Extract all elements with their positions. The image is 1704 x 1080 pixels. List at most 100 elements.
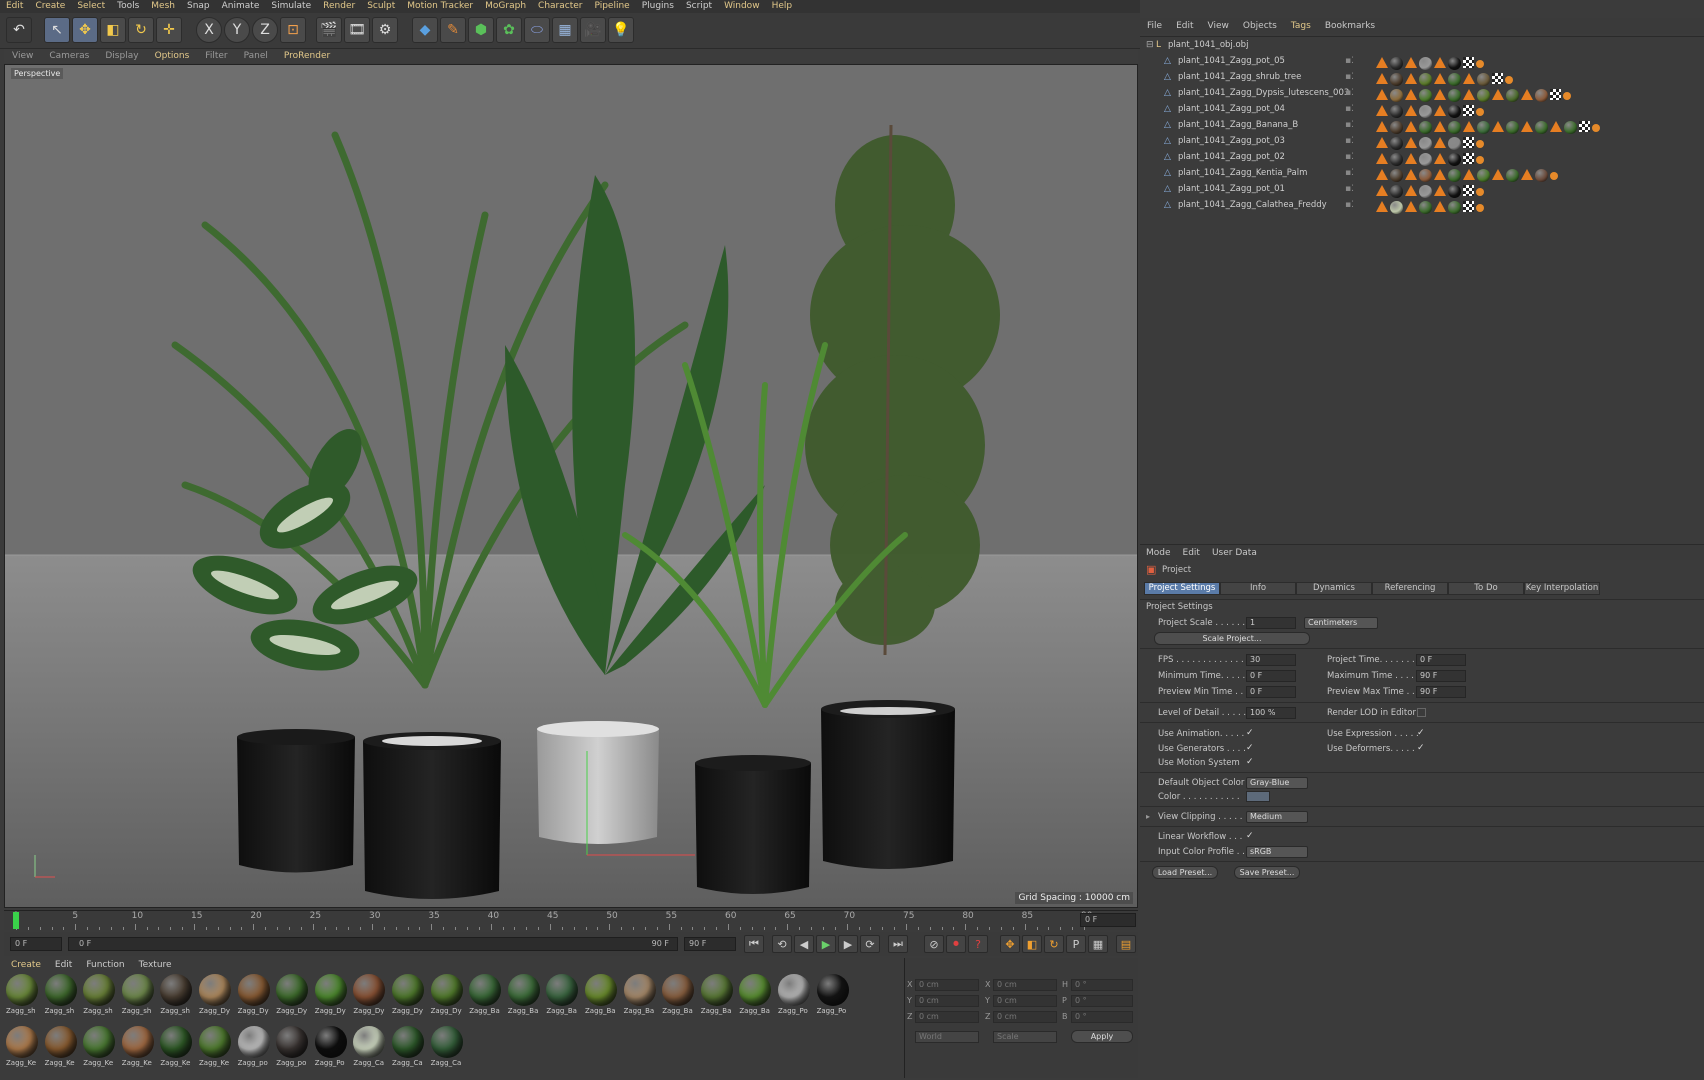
material-tag-icon[interactable] — [1434, 153, 1446, 164]
tab-key-interpolation[interactable]: Key Interpolation — [1524, 582, 1600, 595]
material-ball-icon[interactable] — [1506, 89, 1519, 102]
expand-arrow-icon[interactable]: ▸ — [1146, 812, 1150, 821]
menu-item-script[interactable]: Script — [680, 0, 718, 13]
material-swatch[interactable]: Zagg_Po — [815, 973, 851, 1021]
object-menu-edit[interactable]: Edit — [1169, 18, 1200, 34]
material-tag-icon[interactable] — [1434, 105, 1446, 116]
material-swatch[interactable]: Zagg_Ke — [4, 1025, 40, 1073]
attribute-menu-user-data[interactable]: User Data — [1206, 545, 1263, 560]
current-frame-field[interactable]: 0 F — [1080, 913, 1136, 927]
material-tag-icon[interactable] — [1434, 73, 1446, 84]
z-axis-icon[interactable]: Z — [252, 17, 278, 43]
material-tag-icon[interactable] — [1376, 201, 1388, 212]
material-tag-icon[interactable] — [1521, 169, 1533, 180]
material-swatch[interactable]: Zagg_sh — [81, 973, 117, 1021]
material-tag-icon[interactable] — [1405, 137, 1417, 148]
material-ball-icon[interactable] — [1390, 185, 1403, 198]
viewport-menu-filter[interactable]: Filter — [197, 49, 235, 63]
cube-icon[interactable]: ◆ — [412, 17, 438, 43]
material-ball-icon[interactable] — [1477, 121, 1490, 134]
menu-item-edit[interactable]: Edit — [0, 0, 29, 13]
use-deformers-checkbox[interactable]: ✓ — [1417, 744, 1426, 753]
material-ball-icon[interactable] — [1448, 57, 1461, 70]
visibility-toggle-icon[interactable]: ▪⁚ — [1345, 152, 1354, 162]
menu-item-select[interactable]: Select — [71, 0, 111, 13]
object-row[interactable]: △ plant_1041_Zagg_pot_03 ▪⁚ — [1140, 135, 1704, 151]
material-menu-create[interactable]: Create — [4, 958, 48, 972]
material-ball-icon[interactable] — [1419, 169, 1432, 182]
uvw-tag-icon[interactable] — [1463, 57, 1474, 68]
material-tag-icon[interactable] — [1521, 121, 1533, 132]
material-tag-icon[interactable] — [1376, 121, 1388, 132]
subdivision-icon[interactable]: ⬢ — [468, 17, 494, 43]
next-key-icon[interactable]: ⟳ — [860, 935, 880, 953]
material-tag-icon[interactable] — [1405, 89, 1417, 100]
material-ball-icon[interactable] — [1390, 121, 1403, 134]
view-clipping-dropdown[interactable]: Medium — [1246, 811, 1308, 823]
object-row[interactable]: △ plant_1041_Zagg_pot_05 ▪⁚ — [1140, 55, 1704, 71]
material-tag-icon[interactable] — [1405, 105, 1417, 116]
material-ball-icon[interactable] — [1535, 169, 1548, 182]
color-swatch[interactable] — [1246, 791, 1270, 802]
material-ball-icon[interactable] — [1448, 121, 1461, 134]
material-menu-function[interactable]: Function — [79, 958, 131, 972]
material-tag-icon[interactable] — [1434, 57, 1446, 68]
object-row[interactable]: △ plant_1041_Zagg_pot_04 ▪⁚ — [1140, 103, 1704, 119]
menu-item-render[interactable]: Render — [317, 0, 361, 13]
tab-project-settings[interactable]: Project Settings — [1144, 582, 1220, 595]
material-ball-icon[interactable] — [1535, 121, 1548, 134]
material-ball-icon[interactable] — [1477, 169, 1490, 182]
phong-tag-icon[interactable] — [1476, 204, 1484, 212]
x-axis-icon[interactable]: X — [196, 17, 222, 43]
material-ball-icon[interactable] — [1535, 89, 1548, 102]
pen-icon[interactable]: ✎ — [440, 17, 466, 43]
material-ball-icon[interactable] — [1477, 73, 1490, 86]
material-tag-icon[interactable] — [1405, 201, 1417, 212]
material-ball-icon[interactable] — [1390, 57, 1403, 70]
scale-tool-icon[interactable]: ◧ — [100, 17, 126, 43]
render-lod-checkbox[interactable] — [1417, 708, 1426, 717]
material-swatch[interactable]: Zagg_po — [236, 1025, 272, 1073]
material-tag-icon[interactable] — [1376, 185, 1388, 196]
material-ball-icon[interactable] — [1419, 73, 1432, 86]
use-motion-checkbox[interactable]: ✓ — [1246, 758, 1255, 767]
record-disabled-icon[interactable]: ⊘ — [924, 935, 944, 953]
object-row[interactable]: △ plant_1041_Zagg_shrub_tree ▪⁚ — [1140, 71, 1704, 87]
object-row[interactable]: △ plant_1041_Zagg_pot_02 ▪⁚ — [1140, 151, 1704, 167]
fps-field[interactable]: 30 — [1246, 654, 1296, 666]
material-swatch[interactable]: Zagg_Ba — [622, 973, 658, 1021]
viewport-menu-display[interactable]: Display — [97, 49, 146, 63]
menu-item-help[interactable]: Help — [766, 0, 799, 13]
material-ball-icon[interactable] — [1419, 185, 1432, 198]
material-tag-icon[interactable] — [1376, 153, 1388, 164]
project-time-field[interactable]: 0 F — [1416, 654, 1466, 666]
object-menu-file[interactable]: File — [1140, 18, 1169, 34]
cloner-icon[interactable]: ✿ — [496, 17, 522, 43]
phong-tag-icon[interactable] — [1476, 156, 1484, 164]
default-color-dropdown[interactable]: Gray-Blue — [1246, 777, 1308, 789]
material-ball-icon[interactable] — [1564, 121, 1577, 134]
uvw-tag-icon[interactable] — [1463, 185, 1474, 196]
light-icon[interactable]: 💡 — [608, 17, 634, 43]
material-swatch[interactable]: Zagg_Dy — [429, 973, 465, 1021]
material-ball-icon[interactable] — [1390, 169, 1403, 182]
key-parameter-icon[interactable]: P — [1066, 935, 1086, 953]
material-swatch[interactable]: Zagg_Dy — [390, 973, 426, 1021]
menu-item-pipeline[interactable]: Pipeline — [588, 0, 635, 13]
viewport-menu-prorender[interactable]: ProRender — [276, 49, 338, 63]
menu-item-tools[interactable]: Tools — [111, 0, 145, 13]
material-tag-icon[interactable] — [1463, 121, 1475, 132]
material-swatch[interactable]: Zagg_Po — [776, 973, 812, 1021]
menu-item-mograph[interactable]: MoGraph — [479, 0, 532, 13]
material-tag-icon[interactable] — [1434, 201, 1446, 212]
viewport-menu-cameras[interactable]: Cameras — [41, 49, 97, 63]
material-swatch[interactable]: Zagg_Ca — [390, 1025, 426, 1073]
uvw-tag-icon[interactable] — [1463, 201, 1474, 212]
start-frame-field[interactable]: 0 F — [10, 937, 62, 951]
material-swatch[interactable]: Zagg_sh — [158, 973, 194, 1021]
material-tag-icon[interactable] — [1376, 73, 1388, 84]
phong-tag-icon[interactable] — [1505, 76, 1513, 84]
undo-icon[interactable]: ↶ — [6, 17, 32, 43]
material-swatch[interactable]: Zagg_Po — [313, 1025, 349, 1073]
use-animation-checkbox[interactable]: ✓ — [1246, 729, 1255, 738]
